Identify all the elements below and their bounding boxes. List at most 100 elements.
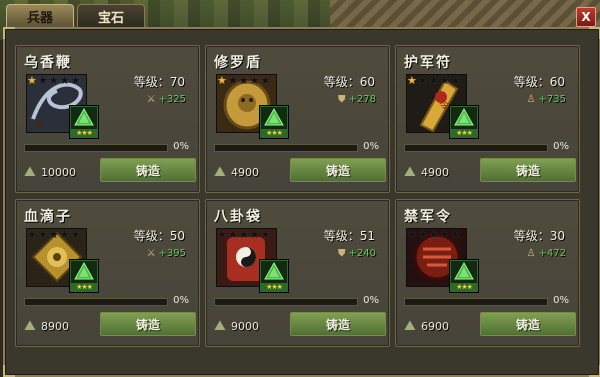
- forge-button[interactable]: 铸造: [480, 158, 576, 182]
- forge-cost: 6900: [421, 320, 449, 333]
- star-icon: ★: [439, 228, 450, 241]
- progress-percent: 0%: [553, 141, 569, 152]
- progress-percent: 0%: [363, 141, 379, 152]
- forge-cost: 9000: [231, 320, 259, 333]
- person-icon: ♙: [526, 248, 536, 259]
- ore-icon: ⛰: [404, 164, 416, 180]
- sword-icon: ⚔: [146, 94, 156, 105]
- frame-corner: [3, 27, 15, 39]
- forge-button[interactable]: 铸造: [100, 158, 196, 182]
- item-stars: ★ ★ ★ ★ ★: [407, 75, 460, 86]
- frame-corner: [3, 365, 15, 377]
- item-attribute: ♙ +472: [527, 248, 566, 259]
- star-icon: ★: [37, 228, 48, 241]
- close-button[interactable]: X: [576, 7, 596, 27]
- svg-text:令: 令: [439, 99, 449, 112]
- ore-icon: ⛰: [24, 164, 36, 180]
- gem-slot[interactable]: ★★★: [450, 260, 478, 292]
- star-icon: ★: [48, 74, 59, 87]
- gem-slot[interactable]: ★★★: [450, 106, 478, 138]
- item-level: 等级：50: [133, 229, 185, 243]
- attribute-value: +240: [348, 248, 376, 259]
- item-attribute: ⛊ +278: [338, 94, 376, 105]
- gem-slot[interactable]: ★★★: [260, 260, 288, 292]
- attribute-value: +325: [158, 94, 186, 105]
- forge-button[interactable]: 铸造: [290, 158, 386, 182]
- star-icon: ★: [238, 228, 249, 241]
- item-level: 等级：60: [323, 75, 375, 89]
- attribute-value: +395: [158, 248, 186, 259]
- item-level: 等级：51: [323, 229, 375, 243]
- forge-panel: 乌香鞭 ★ ★ ★ ★ ★ ★★★ 等级：70 ⚔ +325 0% ⛰ 10000 铸造…: [3, 27, 600, 377]
- star-icon: ★: [217, 228, 227, 241]
- forge-cost: 8900: [41, 320, 69, 333]
- tab-gems[interactable]: 宝石: [77, 4, 145, 27]
- ore-icon: ⛰: [214, 164, 226, 180]
- shield-icon: ⛊: [338, 94, 346, 105]
- item-level: 等级：70: [133, 75, 185, 89]
- frame-corner: [589, 27, 600, 39]
- star-icon: ★: [70, 228, 81, 241]
- ore-icon: ⛰: [214, 318, 226, 334]
- item-card: 禁军令 ★ ★ ★ ★ ★ ★★★ 等级：30 ♙ +472 0% ⛰ 6900 铸造: [395, 199, 580, 347]
- gem-slot[interactable]: ★★★: [70, 106, 98, 138]
- item-card: 血滴子 ★ ★ ★ ★ ★ ★★★ 等级：50 ⚔ +395 0% ⛰ 8900 铸造: [15, 199, 200, 347]
- progress-percent: 0%: [553, 295, 569, 306]
- star-icon: ★: [59, 228, 70, 241]
- forge-cost: 4900: [421, 166, 449, 179]
- gem-slot[interactable]: ★★★: [260, 106, 288, 138]
- item-attribute: ♙ +735: [527, 94, 566, 105]
- star-icon: ★: [37, 74, 48, 87]
- item-stars: ★ ★ ★ ★ ★: [217, 75, 270, 86]
- forge-cost: 10000: [41, 166, 76, 179]
- star-icon: ★: [59, 74, 70, 87]
- star-icon: ★: [450, 228, 461, 241]
- item-level: 等级：60: [513, 75, 565, 89]
- star-icon: ★: [238, 74, 249, 87]
- tab-weapons[interactable]: 兵器: [6, 4, 74, 27]
- item-stars: ★ ★ ★ ★ ★: [217, 229, 270, 240]
- star-icon: ★: [428, 74, 439, 87]
- item-stars: ★ ★ ★ ★ ★: [27, 229, 80, 240]
- star-icon: ★: [450, 74, 461, 87]
- item-stars: ★ ★ ★ ★ ★: [407, 229, 460, 240]
- gem-slot[interactable]: ★★★: [70, 260, 98, 292]
- item-name: 八卦袋: [214, 209, 262, 225]
- item-name: 护军符: [404, 55, 452, 71]
- star-icon: ★: [48, 228, 59, 241]
- forge-progress-bar: [214, 144, 358, 152]
- star-icon: ★: [260, 74, 271, 87]
- shield-icon: ⛊: [338, 248, 346, 259]
- item-level: 等级：30: [513, 229, 565, 243]
- item-stars: ★ ★ ★ ★ ★: [27, 75, 80, 86]
- forge-progress-bar: [214, 298, 358, 306]
- item-attribute: ⛊ +240: [338, 248, 376, 259]
- star-icon: ★: [428, 228, 439, 241]
- star-icon: ★: [227, 228, 238, 241]
- ore-icon: ⛰: [404, 318, 416, 334]
- star-icon: ★: [70, 74, 81, 87]
- attribute-value: +735: [538, 94, 566, 105]
- star-icon: ★: [249, 228, 260, 241]
- star-icon: ★: [407, 228, 417, 241]
- star-icon: ★: [217, 74, 227, 87]
- forge-button[interactable]: 铸造: [100, 312, 196, 336]
- star-icon: ★: [27, 228, 37, 241]
- star-icon: ★: [417, 228, 428, 241]
- star-icon: ★: [260, 228, 271, 241]
- frame-corner: [589, 365, 600, 377]
- forge-button[interactable]: 铸造: [290, 312, 386, 336]
- forge-progress-bar: [24, 144, 168, 152]
- item-attribute: ⚔ +395: [147, 248, 186, 259]
- progress-percent: 0%: [173, 141, 189, 152]
- star-icon: ★: [439, 74, 450, 87]
- item-name: 修罗盾: [214, 55, 262, 71]
- forge-progress-bar: [24, 298, 168, 306]
- sword-icon: ⚔: [146, 248, 156, 259]
- item-card: 修罗盾 ★ ★ ★ ★ ★ ★★★ 等级：60 ⛊ +278 0% ⛰ 4900 铸造: [205, 45, 390, 193]
- attribute-value: +278: [348, 94, 376, 105]
- item-grid: 乌香鞭 ★ ★ ★ ★ ★ ★★★ 等级：70 ⚔ +325 0% ⛰ 10000 铸造…: [15, 45, 580, 347]
- forge-button[interactable]: 铸造: [480, 312, 576, 336]
- item-name: 乌香鞭: [24, 55, 72, 71]
- item-name: 血滴子: [24, 209, 72, 225]
